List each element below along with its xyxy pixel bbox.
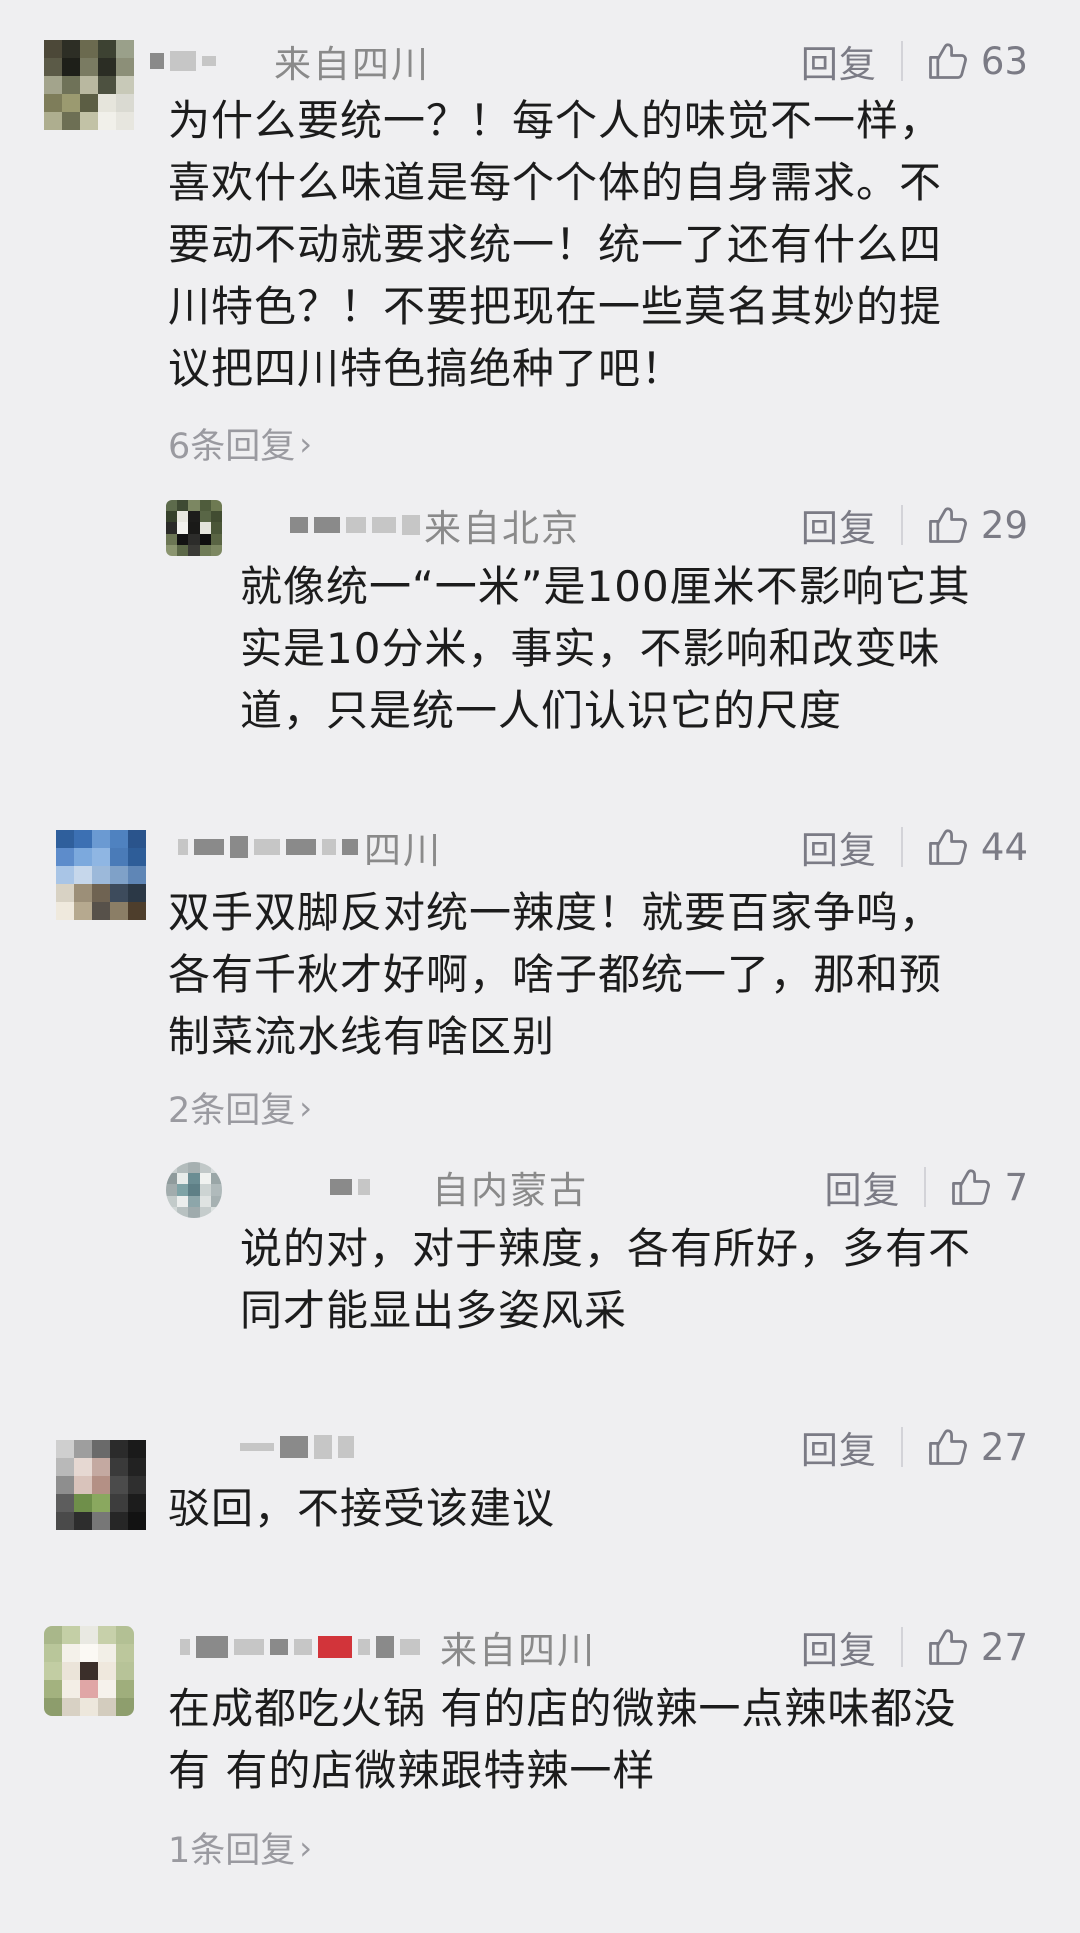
like-count: 29: [980, 503, 1028, 547]
avatar[interactable]: [44, 40, 134, 130]
reply-button[interactable]: 回复: [801, 820, 877, 874]
reply-avatar[interactable]: [166, 500, 222, 556]
view-replies-link[interactable]: 6条回复 ›: [168, 418, 312, 469]
like-count: 27: [980, 1425, 1028, 1469]
like-button[interactable]: 44: [925, 825, 1028, 869]
like-count: 7: [1004, 1165, 1028, 1209]
divider: [900, 1427, 903, 1467]
comment-text: 在成都吃火锅 有的店的微辣一点辣味都没 有 有的店微辣跟特辣一样: [168, 1684, 957, 1795]
thumbs-up-icon: [925, 503, 969, 547]
thumbs-up-icon: [925, 825, 969, 869]
like-count: 63: [980, 39, 1028, 83]
comment-header: 四川: [178, 822, 442, 872]
reply-avatar[interactable]: [166, 1162, 222, 1218]
username-blurred[interactable]: [330, 1179, 370, 1195]
comment-header: 来自四川: [150, 36, 430, 86]
view-replies-link[interactable]: 2条回复 ›: [168, 1082, 312, 1133]
avatar[interactable]: [44, 1626, 134, 1716]
like-button[interactable]: 27: [925, 1625, 1028, 1669]
like-button[interactable]: 7: [948, 1165, 1028, 1209]
like-button[interactable]: 29: [925, 503, 1028, 547]
divider: [900, 1627, 903, 1667]
thumbs-up-icon: [925, 1625, 969, 1669]
location-label: 四川: [364, 829, 442, 872]
comment-actions: 回复 27: [801, 1620, 1028, 1674]
reply-button[interactable]: 回复: [824, 1160, 900, 1214]
thumbs-up-icon: [948, 1165, 992, 1209]
reply-button[interactable]: 回复: [801, 1420, 877, 1474]
comment-actions: 回复 27: [801, 1420, 1028, 1474]
divider: [900, 827, 903, 867]
reply-actions: 回复 7: [824, 1160, 1028, 1214]
reply-header: 来自北京: [290, 500, 580, 550]
reply-actions: 回复 29: [801, 498, 1028, 552]
comment-text: 双手双脚反对统一辣度！就要百家争鸣， 各有千秋才好啊，啥子都统一了，那和预 制菜…: [168, 888, 943, 1061]
divider: [924, 1167, 927, 1207]
location-label: 自内蒙古: [432, 1169, 588, 1212]
reply-button[interactable]: 回复: [801, 34, 877, 88]
divider: [900, 41, 903, 81]
comment-actions: 回复 63: [801, 34, 1028, 88]
thumbs-up-icon: [925, 1425, 969, 1469]
divider: [900, 505, 903, 545]
username-blurred[interactable]: [178, 836, 358, 858]
view-replies-label: 2条回复: [168, 1091, 296, 1131]
chevron-right-icon: ›: [299, 424, 313, 463]
comment-text: 驳回，不接受该建议: [168, 1484, 556, 1533]
comment-text: 为什么要统一？！每个人的味觉不一样， 喜欢什么味道是每个个体的自身需求。不 要动…: [168, 96, 943, 393]
comment-header: [240, 1422, 364, 1472]
like-count: 27: [980, 1625, 1028, 1669]
location-label: 来自北京: [424, 507, 580, 550]
location-label: 来自四川: [440, 1629, 596, 1672]
username-blurred[interactable]: [180, 1636, 420, 1658]
chevron-right-icon: ›: [299, 1088, 313, 1127]
reply-button[interactable]: 回复: [801, 1620, 877, 1674]
avatar[interactable]: [56, 1440, 146, 1530]
location-label: 来自四川: [274, 43, 430, 86]
username-blurred[interactable]: [290, 515, 420, 535]
view-replies-label: 1条回复: [168, 1831, 296, 1871]
view-replies-link[interactable]: 1条回复 ›: [168, 1822, 312, 1873]
like-button[interactable]: 27: [925, 1425, 1028, 1469]
reply-header: 自内蒙古: [330, 1162, 588, 1212]
reply-button[interactable]: 回复: [801, 498, 877, 552]
like-button[interactable]: 63: [925, 39, 1028, 83]
comment-header: 来自四川: [180, 1622, 596, 1672]
thumbs-up-icon: [925, 39, 969, 83]
username-blurred[interactable]: [150, 51, 216, 71]
username-blurred[interactable]: [240, 1435, 354, 1459]
chevron-right-icon: ›: [299, 1828, 313, 1867]
reply-text: 就像统一“一米”是100厘米不影响它其 实是10分米，事实，不影响和改变味 道，…: [240, 562, 971, 735]
comment-actions: 回复 44: [801, 820, 1028, 874]
view-replies-label: 6条回复: [168, 427, 296, 467]
avatar[interactable]: [56, 830, 146, 920]
reply-text: 说的对，对于辣度，各有所好，多有不 同才能显出多姿风采: [240, 1224, 972, 1335]
like-count: 44: [980, 825, 1028, 869]
